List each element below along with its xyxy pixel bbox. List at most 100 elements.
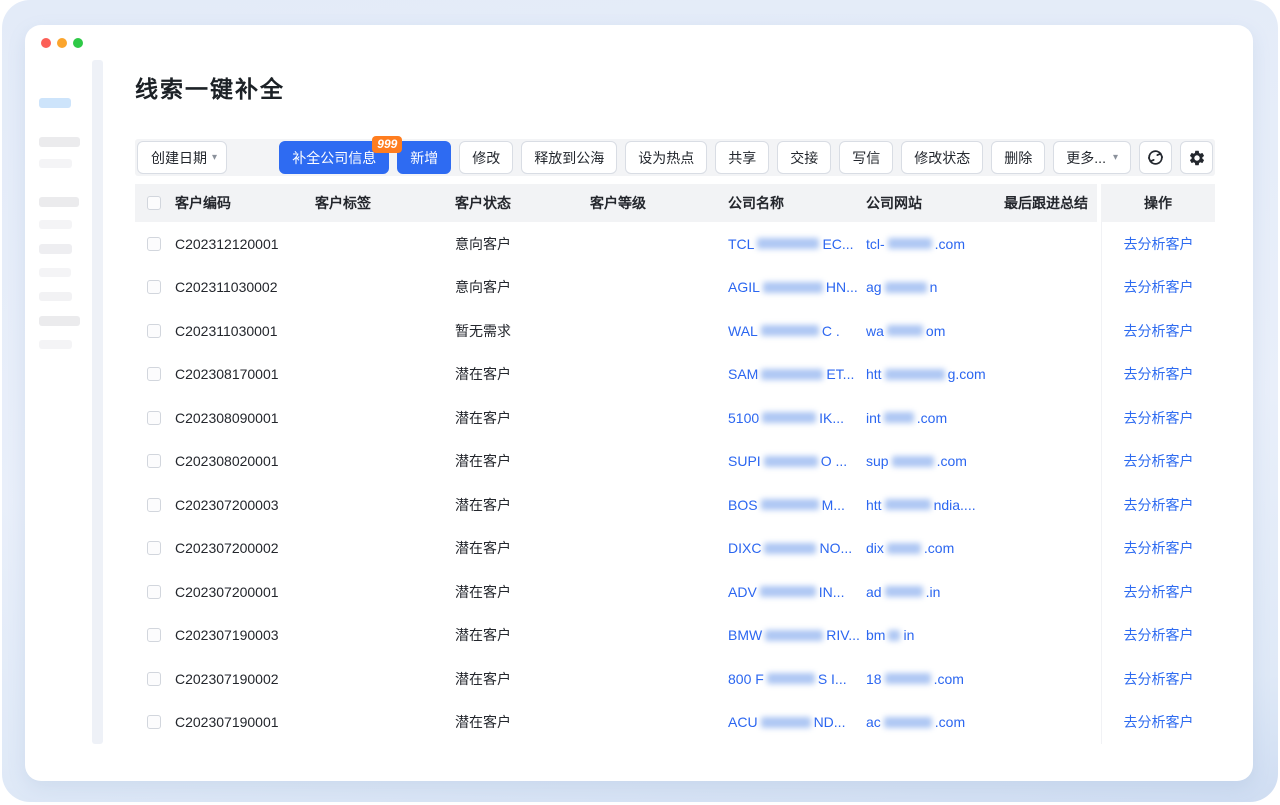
company-name-link[interactable]: DIXC NO... xyxy=(728,527,866,571)
sidebar-skeleton-item xyxy=(39,220,72,229)
company-website-link[interactable]: 18 .com xyxy=(866,657,1004,701)
page-title: 线索一键补全 xyxy=(135,70,285,104)
customer-status-cell: 意向客户 xyxy=(455,266,590,310)
company-website-link[interactable]: int .com xyxy=(866,396,1004,440)
gear-icon xyxy=(1188,149,1206,167)
company-name-link[interactable]: SUPI O ... xyxy=(728,440,866,484)
company-name-link[interactable]: 5100 IK... xyxy=(728,396,866,440)
company-website-link[interactable]: ad .in xyxy=(866,570,1004,614)
share-button[interactable]: 共享 xyxy=(715,141,769,174)
analyze-link[interactable]: 去分析客户 xyxy=(1124,712,1194,732)
chevron-down-icon: ▾ xyxy=(212,153,217,163)
row-checkbox[interactable] xyxy=(147,585,161,599)
last-followup-cell xyxy=(1004,396,1101,440)
company-name-visible-text: S I... xyxy=(818,671,847,687)
maximize-window-button[interactable] xyxy=(73,38,83,48)
analyze-link[interactable]: 去分析客户 xyxy=(1124,408,1194,428)
company-website-link[interactable]: tcl- .com xyxy=(866,222,1004,266)
row-checkbox-cell xyxy=(135,440,175,484)
analyze-link[interactable]: 去分析客户 xyxy=(1124,495,1194,515)
handover-button[interactable]: 交接 xyxy=(777,141,831,174)
row-checkbox[interactable] xyxy=(147,237,161,251)
main-content: 线索一键补全 创建日期 ▾ 补全公司信息 999 新增 修改 释放到公海 设为热… xyxy=(135,25,1215,781)
row-checkbox[interactable] xyxy=(147,280,161,294)
customer-tag-cell xyxy=(315,309,455,353)
company-name-link[interactable]: ADV IN... xyxy=(728,570,866,614)
table-row: C202311030001 暂无需求 WAL C . wa om 去分析客户 xyxy=(135,309,1215,353)
website-visible-text: int xyxy=(866,410,881,426)
row-checkbox[interactable] xyxy=(147,541,161,555)
customer-grade-cell xyxy=(590,266,728,310)
complete-company-info-button[interactable]: 补全公司信息 999 xyxy=(279,141,389,174)
analyze-link[interactable]: 去分析客户 xyxy=(1124,538,1194,558)
company-website-link[interactable]: htt g.com xyxy=(866,353,1004,397)
company-name-link[interactable]: SAM ET... xyxy=(728,353,866,397)
action-cell: 去分析客户 xyxy=(1101,222,1215,266)
website-visible-text: ac xyxy=(866,714,881,730)
action-cell: 去分析客户 xyxy=(1101,701,1215,745)
row-checkbox-cell xyxy=(135,353,175,397)
row-checkbox[interactable] xyxy=(147,628,161,642)
add-button[interactable]: 新增 xyxy=(397,141,451,174)
website-visible-text: in xyxy=(903,627,914,643)
analyze-link[interactable]: 去分析客户 xyxy=(1124,277,1194,297)
row-checkbox[interactable] xyxy=(147,454,161,468)
delete-button[interactable]: 删除 xyxy=(991,141,1045,174)
sidebar-skeleton-item xyxy=(39,244,72,254)
sidebar-scrollbar[interactable] xyxy=(92,60,103,744)
company-website-link[interactable]: htt ndia.... xyxy=(866,483,1004,527)
row-checkbox[interactable] xyxy=(147,498,161,512)
more-button[interactable]: 更多... ▾ xyxy=(1053,141,1131,174)
edit-button[interactable]: 修改 xyxy=(459,141,513,174)
row-checkbox[interactable] xyxy=(147,411,161,425)
close-window-button[interactable] xyxy=(41,38,51,48)
company-website-link[interactable]: bm in xyxy=(866,614,1004,658)
customer-grade-cell xyxy=(590,527,728,571)
redacted-text-blur xyxy=(761,325,819,336)
row-checkbox-cell xyxy=(135,657,175,701)
company-website-link[interactable]: ag n xyxy=(866,266,1004,310)
row-checkbox[interactable] xyxy=(147,367,161,381)
analyze-link[interactable]: 去分析客户 xyxy=(1124,582,1194,602)
settings-button[interactable] xyxy=(1180,141,1213,174)
company-name-link[interactable]: BMW RIV... xyxy=(728,614,866,658)
analyze-link[interactable]: 去分析客户 xyxy=(1124,321,1194,341)
company-name-visible-text: M... xyxy=(822,497,845,513)
company-name-visible-text: IK... xyxy=(819,410,844,426)
company-website-link[interactable]: sup .com xyxy=(866,440,1004,484)
company-name-link[interactable]: TCL EC... xyxy=(728,222,866,266)
company-website-link[interactable]: wa om xyxy=(866,309,1004,353)
col-company-website: 公司网站 xyxy=(866,184,1004,222)
company-website-link[interactable]: dix .com xyxy=(866,527,1004,571)
customer-status-cell: 潜在客户 xyxy=(455,440,590,484)
analyze-link[interactable]: 去分析客户 xyxy=(1124,625,1194,645)
website-visible-text: htt xyxy=(866,497,882,513)
change-status-button[interactable]: 修改状态 xyxy=(901,141,983,174)
refresh-button[interactable] xyxy=(1139,141,1172,174)
analyze-link[interactable]: 去分析客户 xyxy=(1124,451,1194,471)
redacted-text-blur xyxy=(765,630,823,641)
analyze-link[interactable]: 去分析客户 xyxy=(1124,364,1194,384)
company-name-link[interactable]: ACU ND... xyxy=(728,701,866,745)
analyze-link[interactable]: 去分析客户 xyxy=(1124,234,1194,254)
write-letter-button[interactable]: 写信 xyxy=(839,141,893,174)
customer-status-cell: 潜在客户 xyxy=(455,483,590,527)
row-checkbox[interactable] xyxy=(147,672,161,686)
col-customer-tag: 客户标签 xyxy=(315,184,455,222)
minimize-window-button[interactable] xyxy=(57,38,67,48)
company-name-link[interactable]: AGIL HN... xyxy=(728,266,866,310)
analyze-link[interactable]: 去分析客户 xyxy=(1124,669,1194,689)
window-controls xyxy=(41,38,83,48)
row-checkbox[interactable] xyxy=(147,715,161,729)
select-all-checkbox[interactable] xyxy=(147,196,161,210)
set-hotspot-button[interactable]: 设为热点 xyxy=(625,141,707,174)
company-name-link[interactable]: BOS M... xyxy=(728,483,866,527)
company-name-link[interactable]: 800 F S I... xyxy=(728,657,866,701)
company-name-link[interactable]: WAL C . xyxy=(728,309,866,353)
company-name-visible-text: WAL xyxy=(728,323,758,339)
company-website-link[interactable]: ac .com xyxy=(866,701,1004,745)
release-to-pool-button[interactable]: 释放到公海 xyxy=(521,141,617,174)
date-filter-select[interactable]: 创建日期 ▾ xyxy=(137,141,227,174)
sidebar-item-active-skeleton[interactable] xyxy=(39,98,71,108)
row-checkbox[interactable] xyxy=(147,324,161,338)
